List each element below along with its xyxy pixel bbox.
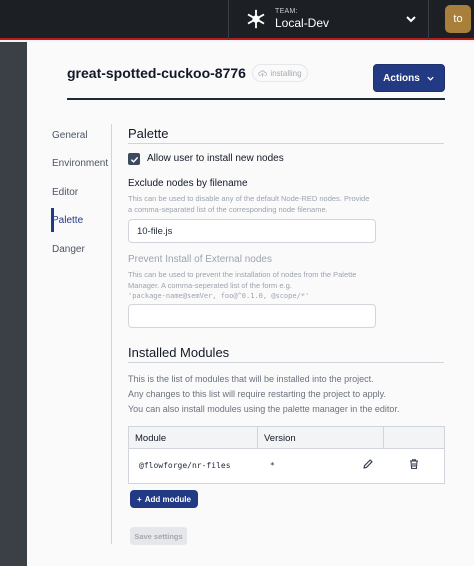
prevent-install-label: Prevent Install of External nodes xyxy=(128,254,272,265)
plus-icon: + xyxy=(137,494,142,504)
add-module-label: Add module xyxy=(144,494,191,504)
tab-general[interactable]: General xyxy=(52,130,88,141)
exclude-nodes-label: Exclude nodes by filename xyxy=(128,178,248,189)
section-divider xyxy=(128,143,444,144)
team-name: Local-Dev xyxy=(275,16,330,30)
status-badge: installing xyxy=(252,64,308,82)
project-title: great-spotted-cuckoo-8776 xyxy=(67,65,246,81)
column-separator xyxy=(383,427,384,449)
prevent-help-line-3: 'package-name@semVer, foo@^0.1.0, @scope… xyxy=(128,292,310,300)
exclude-help-line-2: a comma-separated list of the correspond… xyxy=(128,205,328,214)
column-separator xyxy=(257,427,258,449)
modules-table: Module Version @flowforge/nr-files * xyxy=(128,426,445,484)
add-module-button[interactable]: + Add module xyxy=(130,490,198,508)
modules-desc-line-3: You can also install modules using the p… xyxy=(128,404,400,414)
prevent-help-line-1: This can be used to prevent the installa… xyxy=(128,270,357,279)
allow-install-label: Allow user to install new nodes xyxy=(147,153,284,164)
tab-palette[interactable]: Palette xyxy=(52,215,83,226)
prevent-install-input[interactable] xyxy=(128,304,376,328)
cloud-upload-icon xyxy=(258,69,268,77)
tab-danger[interactable]: Danger xyxy=(52,244,85,255)
nav-divider xyxy=(111,124,112,544)
section-title-installed-modules: Installed Modules xyxy=(128,345,230,360)
actions-label: Actions xyxy=(383,72,420,84)
chevron-down-icon xyxy=(427,76,434,81)
trash-icon[interactable] xyxy=(408,458,420,470)
module-version-cell: * xyxy=(270,461,275,470)
tab-environment[interactable]: Environment xyxy=(52,158,108,169)
allow-install-checkbox[interactable] xyxy=(128,153,140,165)
team-logo-icon xyxy=(247,9,265,29)
exclude-nodes-input[interactable] xyxy=(128,219,376,243)
section-divider xyxy=(128,362,444,363)
exclude-help-line-1: This can be used to disable any of the d… xyxy=(128,194,370,203)
modules-table-header: Module Version xyxy=(129,427,444,449)
modules-desc-line-2: Any changes to this list will require re… xyxy=(128,389,386,399)
user-avatar[interactable]: to xyxy=(445,5,471,33)
column-header-module: Module xyxy=(135,433,167,444)
header-divider xyxy=(67,98,445,100)
pencil-icon[interactable] xyxy=(362,458,374,470)
prevent-help-line-2: Manager. A comma-seperated list of the f… xyxy=(128,281,292,290)
column-header-version: Version xyxy=(264,433,296,444)
status-text: installing xyxy=(270,68,302,78)
team-label: TEAM: xyxy=(275,8,298,15)
chevron-down-icon xyxy=(406,16,416,23)
team-selector[interactable]: TEAM: Local-Dev xyxy=(228,0,429,40)
checkmark-icon xyxy=(130,156,138,163)
save-settings-button[interactable]: Save settings xyxy=(130,527,187,545)
project-settings-panel: great-spotted-cuckoo-8776 installing Act… xyxy=(27,42,474,566)
top-bar: TEAM: Local-Dev to xyxy=(0,0,474,40)
module-name-cell: @flowforge/nr-files xyxy=(139,461,231,470)
left-sidebar-strip xyxy=(0,42,27,566)
section-title-palette: Palette xyxy=(128,126,169,141)
actions-button[interactable]: Actions xyxy=(373,64,445,92)
tab-editor[interactable]: Editor xyxy=(52,187,78,198)
modules-desc-line-1: This is the list of modules that will be… xyxy=(128,374,374,384)
